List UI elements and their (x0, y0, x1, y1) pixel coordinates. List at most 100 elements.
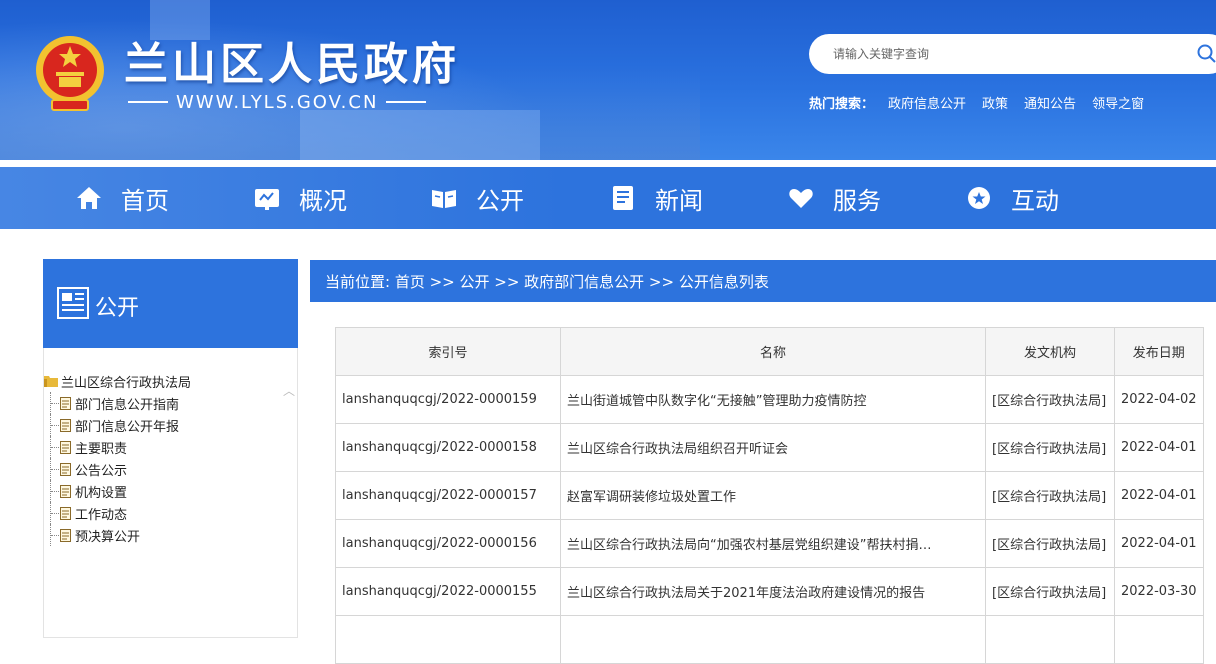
main-nav: 首页 概况 公开 新闻 服务 互动 (0, 167, 1216, 229)
tree-item-label: 机构设置 (75, 485, 128, 501)
cell-date: 2022-04-01 (1114, 471, 1204, 520)
sidebar-header: 公开 (43, 259, 298, 348)
hot-search: 热门搜索： 政府信息公开 政策 通知公告 领导之窗 (809, 93, 1160, 112)
divider (386, 101, 427, 103)
nav-public[interactable]: 公开 (430, 167, 524, 229)
tree-connector (50, 502, 60, 524)
page-icon (60, 484, 71, 498)
nav-label: 概况 (299, 186, 347, 215)
folder-icon (44, 376, 58, 387)
tree-item[interactable]: 机构设置 (50, 480, 191, 502)
divider (128, 101, 168, 103)
tree-item[interactable]: 工作动态 (50, 502, 191, 524)
nav-label: 服务 (833, 186, 881, 215)
tree-root[interactable]: 兰山区综合行政执法局 (44, 370, 191, 392)
cell-title-link[interactable]: 兰山区综合行政执法局关于2021年度法治政府建设情况的报告 (560, 567, 986, 616)
nav-home[interactable]: 首页 (75, 167, 169, 229)
tree-item-label: 主要职责 (75, 441, 128, 457)
tree-item[interactable]: 部门信息公开指南 (50, 392, 191, 414)
tree-item-label: 公告公示 (75, 463, 128, 479)
cell-date: 2022-03-30 (1114, 567, 1204, 616)
heart-hand-icon (789, 189, 813, 208)
document-icon (57, 287, 89, 319)
tree-connector (50, 414, 60, 436)
cell-agency: [区综合行政执法局] (985, 423, 1115, 472)
cell-index: lanshanquqcgj/2022-0000159 (335, 375, 561, 424)
nav-label: 新闻 (655, 186, 703, 215)
tree-item-label: 部门信息公开年报 (75, 419, 180, 435)
hot-link[interactable]: 通知公告 (1024, 93, 1076, 112)
tree-connector (50, 392, 60, 414)
tree-connector (50, 436, 60, 458)
nav-overview[interactable]: 概况 (253, 167, 347, 229)
search-icon[interactable] (1197, 44, 1216, 64)
nav-interact[interactable]: 互动 (965, 167, 1059, 229)
nav-label: 公开 (476, 186, 524, 215)
cell-empty (560, 615, 986, 664)
tree-item-label: 工作动态 (75, 507, 128, 523)
cell-title-link[interactable]: 兰山区综合行政执法局组织召开听证会 (560, 423, 986, 472)
col-header-index: 索引号 (335, 327, 561, 376)
cell-title-link[interactable]: 赵富军调研装修垃圾处置工作 (560, 471, 986, 520)
page-icon (60, 528, 71, 542)
hot-link[interactable]: 政府信息公开 (888, 93, 966, 112)
site-title: 兰山区人民政府 (124, 39, 460, 90)
hot-link[interactable]: 政策 (982, 93, 1008, 112)
page-icon (60, 418, 71, 432)
sidebar-title: 公开 (95, 296, 140, 321)
table-header-row: 索引号 名称 发文机构 发布日期 (335, 327, 1204, 376)
national-emblem-icon (36, 36, 104, 111)
cell-title-link[interactable]: 兰山街道城管中队数字化“无接触”管理助力疫情防控 (560, 375, 986, 424)
news-icon (613, 186, 633, 210)
page-icon (60, 506, 71, 520)
scroll-up-icon[interactable]: ︿ (283, 382, 297, 398)
col-header-name: 名称 (560, 327, 986, 376)
overview-icon (255, 189, 279, 210)
cell-index: lanshanquqcgj/2022-0000157 (335, 471, 561, 520)
site-url: WWW.LYLS.GOV.CN (128, 90, 427, 114)
tree-item-label: 部门信息公开指南 (75, 397, 180, 413)
chat-icon (968, 187, 990, 209)
cell-agency: [区综合行政执法局] (985, 471, 1115, 520)
book-icon (432, 190, 456, 208)
page-icon (60, 440, 71, 454)
table-row: lanshanquqcgj/2022-0000156 兰山区综合行政执法局向“加… (335, 519, 1204, 568)
cell-empty (335, 615, 561, 664)
cell-date: 2022-04-01 (1114, 423, 1204, 472)
tree-item[interactable]: 预决算公开 (50, 524, 191, 546)
cell-agency: [区综合行政执法局] (985, 567, 1115, 616)
banner-building (300, 110, 540, 160)
table-row: lanshanquqcgj/2022-0000159 兰山街道城管中队数字化“无… (335, 375, 1204, 424)
sidebar-tree: 兰山区综合行政执法局 部门信息公开指南 部门信息公开年报 主要职责 公告公示 机… (44, 370, 191, 546)
nav-news[interactable]: 新闻 (609, 167, 703, 229)
hot-link[interactable]: 领导之窗 (1092, 93, 1144, 112)
cell-date: 2022-04-01 (1114, 519, 1204, 568)
tree-item[interactable]: 部门信息公开年报 (50, 414, 191, 436)
cell-agency: [区综合行政执法局] (985, 519, 1115, 568)
tree-root-label: 兰山区综合行政执法局 (61, 375, 192, 391)
table-row (335, 615, 1204, 664)
home-icon (77, 187, 101, 209)
page-icon (60, 396, 71, 410)
col-header-date: 发布日期 (1114, 327, 1204, 376)
tree-connector (50, 480, 60, 502)
tree-item[interactable]: 主要职责 (50, 436, 191, 458)
tree-item-label: 预决算公开 (75, 529, 141, 545)
table-row: lanshanquqcgj/2022-0000155 兰山区综合行政执法局关于2… (335, 567, 1204, 616)
tree-connector (50, 458, 60, 480)
cell-date: 2022-04-02 (1114, 375, 1204, 424)
cell-agency: [区综合行政执法局] (985, 375, 1115, 424)
nav-label: 互动 (1011, 186, 1059, 215)
hot-search-label: 热门搜索： (809, 97, 875, 112)
cell-index: lanshanquqcgj/2022-0000156 (335, 519, 561, 568)
info-table: 索引号 名称 发文机构 发布日期 lanshanquqcgj/2022-0000… (335, 327, 1204, 664)
nav-service[interactable]: 服务 (787, 167, 881, 229)
site-url-text: WWW.LYLS.GOV.CN (176, 91, 379, 113)
cell-title-link[interactable]: 兰山区综合行政执法局向“加强农村基层党组织建设”帮扶村捐… (560, 519, 986, 568)
page-icon (60, 462, 71, 476)
tree-item[interactable]: 公告公示 (50, 458, 191, 480)
nav-label: 首页 (121, 186, 169, 215)
search-input[interactable] (833, 44, 1173, 64)
tree-connector (50, 524, 60, 546)
cell-index: lanshanquqcgj/2022-0000158 (335, 423, 561, 472)
